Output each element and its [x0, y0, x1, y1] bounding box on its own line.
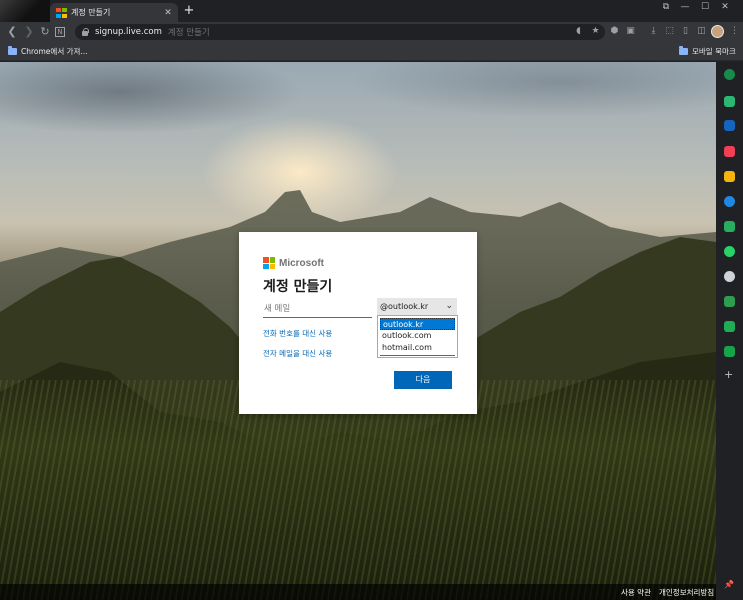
reader-mode-icon[interactable]: N	[55, 27, 65, 37]
chat-icon[interactable]	[724, 321, 735, 332]
whatsapp-icon[interactable]	[724, 246, 735, 257]
new-tab-button[interactable]: +	[182, 4, 196, 18]
bookmark-folder-label: Chrome에서 가져...	[21, 47, 88, 56]
side-panel-icon[interactable]: ◫	[695, 25, 708, 38]
github-icon[interactable]	[724, 271, 735, 282]
bookmark-folder-label: 모바일 북마크	[692, 47, 736, 56]
profile-avatar[interactable]	[711, 25, 724, 38]
new-email-input[interactable]	[263, 300, 372, 318]
bookmark-app-icon[interactable]	[724, 346, 735, 357]
brand-name: Microsoft	[279, 257, 324, 269]
back-icon[interactable]: ❮	[5, 25, 19, 39]
folder-icon	[8, 46, 17, 55]
edge-circle-icon[interactable]	[724, 69, 735, 80]
microsoft-logo-icon	[263, 257, 275, 269]
browser-toolbar: ❮ ❯ ↻ N signup.live.com 계정 만들기 ◖ ★ ⬢ ▣ ⤓…	[0, 22, 743, 42]
add-icon[interactable]: +	[724, 368, 733, 381]
restore-tab-search-icon[interactable]: ⧉	[658, 2, 674, 12]
microsoft-brand: Microsoft	[263, 256, 453, 270]
minimize-button[interactable]: —	[677, 2, 693, 12]
screenshot-icon[interactable]: ⬚	[663, 25, 676, 38]
microsoft-favicon-icon	[56, 7, 67, 18]
extension-hex-icon[interactable]: ⬢	[608, 25, 621, 38]
tab-close-icon[interactable]: ✕	[162, 8, 174, 18]
next-button[interactable]: 다음	[394, 371, 452, 389]
camera-icon[interactable]	[724, 296, 735, 307]
reload-icon[interactable]: ↻	[38, 25, 52, 39]
edge-icon[interactable]	[724, 196, 735, 207]
forward-icon[interactable]: ❯	[22, 25, 36, 39]
lock-icon[interactable]	[81, 28, 89, 36]
domain-option-hotmail-com[interactable]: hotmail.com	[380, 342, 455, 354]
green-app-icon[interactable]	[724, 221, 735, 232]
tab-strip: 계정 만들기 ✕ + ⧉ — ☐ ✕	[0, 0, 743, 22]
domain-option-outlook-com[interactable]: outlook.com	[380, 330, 455, 342]
domain-dropdown-list: outlook.kr outlook.com hotmail.com	[377, 315, 458, 358]
address-url: signup.live.com	[95, 27, 162, 37]
domain-selected-value: @outlook.kr	[380, 302, 429, 311]
browser-side-panel: + 📌	[716, 62, 743, 600]
tab-title: 계정 만들기	[71, 8, 111, 17]
extension-square-icon[interactable]: ▣	[624, 25, 637, 38]
outlook-icon[interactable]	[724, 120, 735, 131]
page-footer: 사용 약관 개인정보처리방침	[0, 584, 716, 600]
privacy-link[interactable]: 개인정보처리방침	[659, 587, 714, 598]
chevron-down-icon: ⌄	[445, 301, 453, 311]
tab-create-account[interactable]: 계정 만들기 ✕	[50, 3, 178, 22]
extensions-icon[interactable]: ▯	[679, 25, 692, 38]
shield-icon[interactable]: ◖	[573, 26, 584, 36]
star-icon[interactable]	[724, 171, 735, 182]
close-window-button[interactable]: ✕	[717, 2, 733, 12]
page-title: 계정 만들기	[263, 279, 333, 295]
tab-strip-wallpaper	[0, 0, 50, 22]
menu-kebab-icon[interactable]: ⋮	[728, 25, 741, 38]
domain-option-outlook-kr[interactable]: outlook.kr	[380, 318, 455, 330]
maximize-button[interactable]: ☐	[697, 2, 713, 12]
use-email-link[interactable]: 전자 메일을 대신 사용	[263, 348, 332, 359]
download-icon[interactable]: ⤓	[647, 25, 660, 38]
bookmarks-bar: Chrome에서 가져... 모바일 북마크	[0, 42, 743, 61]
terms-link[interactable]: 사용 약관	[621, 587, 651, 598]
pocket-icon[interactable]	[724, 146, 735, 157]
pin-icon[interactable]: 📌	[724, 580, 734, 589]
bookmark-folder-mobile[interactable]: 모바일 북마크	[679, 46, 736, 57]
folder-icon	[679, 46, 688, 55]
bell-icon[interactable]	[724, 96, 735, 107]
bookmark-star-icon[interactable]: ★	[590, 26, 601, 36]
address-bar[interactable]: signup.live.com 계정 만들기 ◖ ★	[75, 24, 605, 40]
bookmark-folder-imported[interactable]: Chrome에서 가져...	[8, 46, 88, 57]
address-page-title: 계정 만들기	[167, 28, 210, 38]
use-phone-link[interactable]: 전화 번호를 대신 사용	[263, 328, 332, 339]
dropdown-underline	[380, 355, 455, 356]
